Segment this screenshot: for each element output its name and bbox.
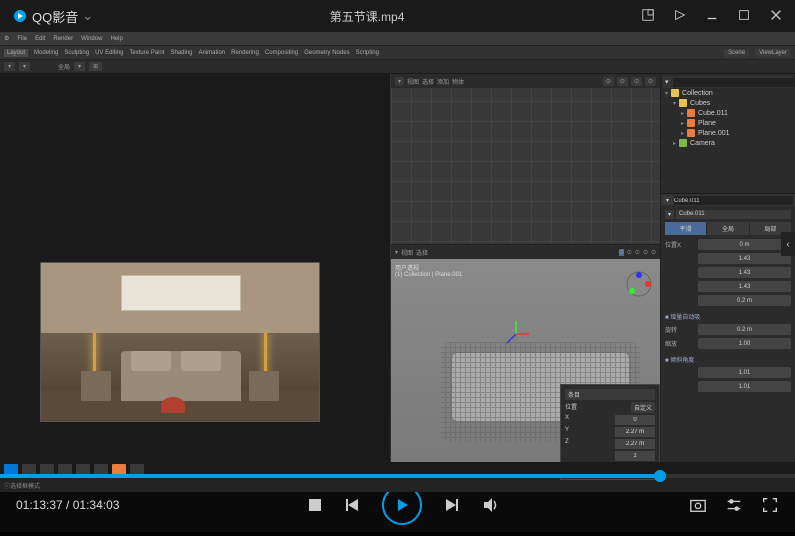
blender-tool-header: ▾ ▾ 全局 ▾ ⊞ — [0, 60, 795, 74]
video-content-area[interactable]: ⚙ File Edit Render Window Help Layout Mo… — [0, 32, 795, 478]
snapshot-button[interactable] — [689, 496, 707, 514]
nav-gizmo-icon — [624, 269, 654, 304]
viewport-overlay-text: 用户透视 (1) Collection | Plane.001 — [395, 263, 462, 278]
previous-button[interactable] — [344, 497, 360, 513]
mini-mode-icon[interactable] — [641, 8, 655, 25]
close-icon[interactable] — [769, 8, 783, 25]
blender-properties: ▾ ▾ Cube.011 平滑 全局 局部 位置X0 m 1.43 — [661, 194, 795, 462]
settings-button[interactable] — [725, 496, 743, 514]
blender-ui-screenshot: ⚙ File Edit Render Window Help Layout Mo… — [0, 32, 795, 478]
progress-fill — [0, 474, 660, 478]
blender-image-editor — [0, 74, 391, 462]
maximize-icon[interactable] — [737, 8, 751, 25]
file-title: 第五节课.mp4 — [93, 8, 641, 25]
ontop-icon[interactable] — [673, 8, 687, 25]
titlebar: QQ影音 ⌄ 第五节课.mp4 — [0, 0, 795, 32]
progress-thumb[interactable] — [654, 470, 666, 482]
n-panel-z — [615, 439, 655, 449]
blender-workspace-tabs: Layout Modeling Sculpting UV Editing Tex… — [0, 46, 795, 60]
transform-gizmo-icon — [501, 319, 531, 354]
n-panel-y — [615, 427, 655, 437]
n-panel-x — [615, 415, 655, 425]
blender-outliner: ▾🔍 ▾Collection ▾Cubes ▸Cube.011 ▸Plane ▸… — [661, 74, 795, 194]
stop-button[interactable] — [308, 498, 322, 512]
next-button[interactable] — [444, 497, 460, 513]
video-progress-bar[interactable] — [0, 474, 795, 478]
minimize-icon[interactable] — [705, 8, 719, 25]
viewport-header-top: ▾视图选择添加物体 ⊙⊙⊙⊙ — [391, 74, 660, 88]
blender-logo-icon: ⚙ — [4, 35, 9, 42]
total-time: 01:34:03 — [73, 498, 120, 512]
time-display: 01:13:37 / 01:34:03 — [16, 498, 119, 512]
panel-collapse-icon: ‹ — [781, 232, 795, 256]
blender-3d-viewport-area: ▾视图选择添加物体 ⊙⊙⊙⊙ ▾视图选择 ⊙⊙⊙⊙⊙ 用户透视 (1) Coll… — [391, 74, 661, 462]
blender-menu-bar: ⚙ File Edit Render Window Help — [0, 32, 795, 46]
app-dropdown-icon[interactable]: ⌄ — [82, 8, 93, 24]
app-logo-icon — [12, 8, 28, 24]
reference-bedroom-render — [40, 262, 320, 422]
outliner-search — [673, 78, 795, 87]
app-name: QQ影音 — [32, 7, 78, 26]
current-time: 01:13:37 — [16, 498, 63, 512]
fullscreen-button[interactable] — [761, 496, 779, 514]
volume-button[interactable] — [482, 496, 500, 514]
blender-right-panels: ▾🔍 ▾Collection ▾Cubes ▸Cube.011 ▸Plane ▸… — [661, 74, 795, 462]
